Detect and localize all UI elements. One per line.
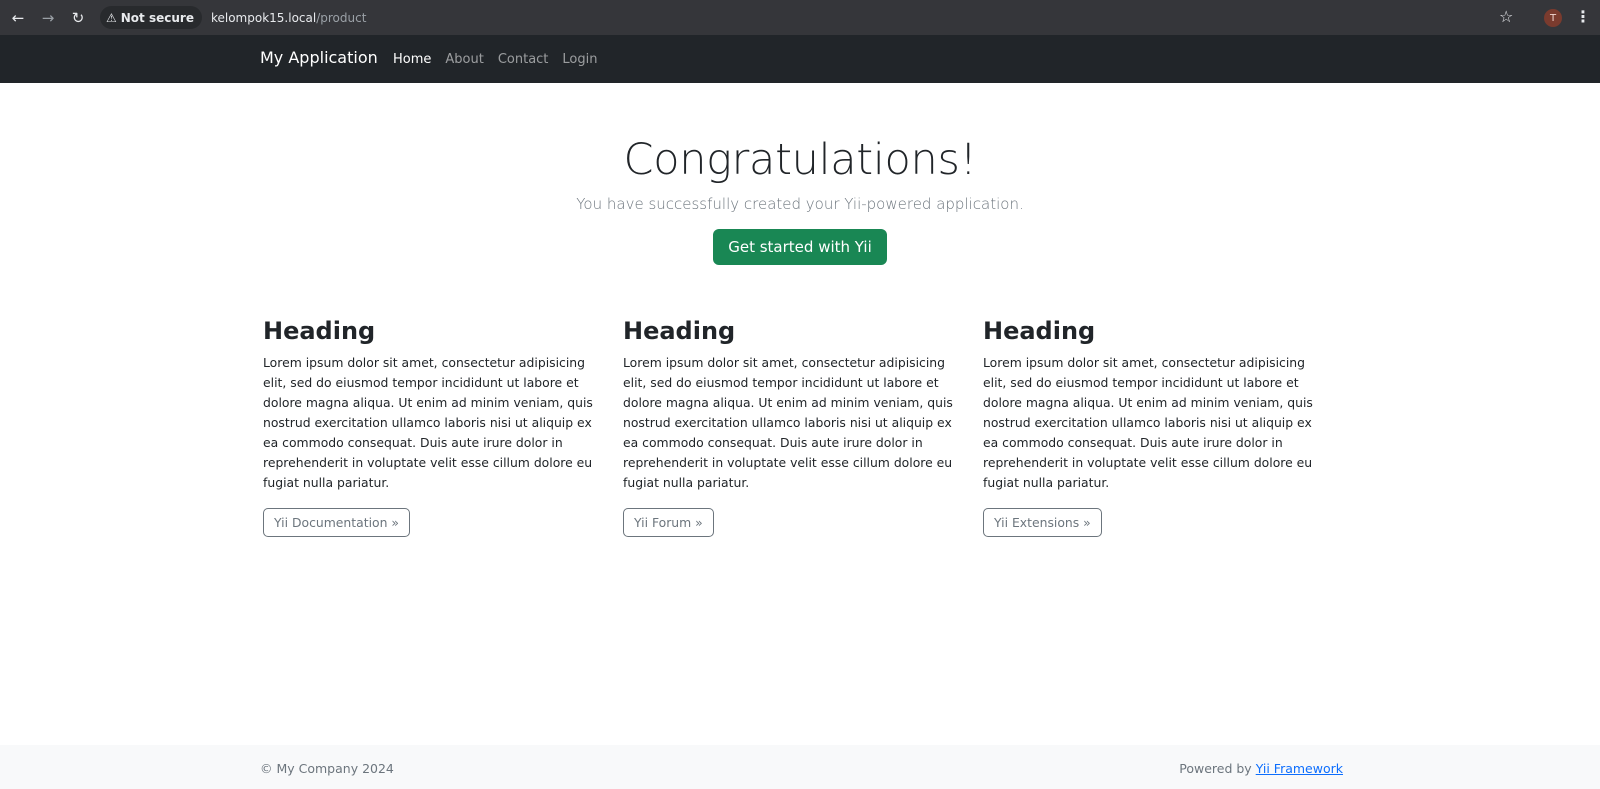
footer-powered-by: Powered by Yii Framework: [1179, 761, 1343, 776]
nav-link-login[interactable]: Login: [562, 52, 597, 67]
jumbotron: Congratulations! You have successfully c…: [0, 83, 1600, 265]
brand-link[interactable]: My Application: [260, 48, 378, 67]
page-title: Congratulations!: [623, 135, 977, 185]
forward-arrow-icon[interactable]: →: [33, 0, 63, 35]
security-label: Not secure: [120, 10, 194, 25]
site-navbar: My Application Home About Contact Login: [0, 35, 1600, 83]
column-2: Heading Lorem ipsum dolor sit amet, cons…: [623, 317, 983, 537]
footer-copyright: © My Company 2024: [260, 761, 394, 776]
warning-triangle-icon: ⚠: [106, 10, 117, 25]
address-bar[interactable]: ⚠ Not secure kelompok15.local/product: [100, 4, 366, 31]
body-content: Heading Lorem ipsum dolor sit amet, cons…: [263, 317, 1343, 537]
yii-forum-button[interactable]: Yii Forum »: [623, 508, 714, 537]
get-started-button[interactable]: Get started with Yii: [713, 229, 887, 265]
security-indicator[interactable]: ⚠ Not secure: [100, 6, 202, 29]
menu-kebab-icon[interactable]: ⋮: [1575, 7, 1591, 26]
nav-link-home[interactable]: Home: [393, 52, 431, 67]
column-text: Lorem ipsum dolor sit amet, consectetur …: [983, 355, 1313, 490]
column-3: Heading Lorem ipsum dolor sit amet, cons…: [983, 317, 1343, 537]
profile-avatar-icon[interactable]: T: [1544, 9, 1562, 27]
url-host: kelompok15.local: [210, 10, 317, 25]
yii-extensions-button[interactable]: Yii Extensions »: [983, 508, 1102, 537]
column-text: Lorem ipsum dolor sit amet, consectetur …: [263, 355, 593, 490]
lead-text: You have successfully created your Yii-p…: [576, 195, 1024, 213]
column-heading: Heading: [263, 317, 376, 345]
url-text[interactable]: kelompok15.local/product: [211, 11, 366, 25]
yii-documentation-button[interactable]: Yii Documentation »: [263, 508, 410, 537]
browser-toolbar: ← → ↻ ⚠ Not secure kelompok15.local/prod…: [0, 0, 1600, 35]
nav-link-about[interactable]: About: [445, 52, 483, 67]
powered-by-prefix: Powered by: [1179, 761, 1256, 776]
column-text: Lorem ipsum dolor sit amet, consectetur …: [623, 355, 953, 490]
nav-links: Home About Contact Login: [393, 52, 597, 67]
reload-icon[interactable]: ↻: [63, 0, 93, 35]
url-path: /product: [316, 10, 367, 25]
column-heading: Heading: [623, 317, 736, 345]
site-footer: © My Company 2024 Powered by Yii Framewo…: [0, 745, 1600, 789]
column-heading: Heading: [983, 317, 1096, 345]
nav-link-contact[interactable]: Contact: [498, 52, 549, 67]
column-1: Heading Lorem ipsum dolor sit amet, cons…: [263, 317, 623, 537]
back-arrow-icon[interactable]: ←: [3, 0, 33, 35]
yii-framework-link[interactable]: Yii Framework: [1256, 761, 1343, 776]
bookmark-star-icon[interactable]: ☆: [1499, 7, 1513, 26]
